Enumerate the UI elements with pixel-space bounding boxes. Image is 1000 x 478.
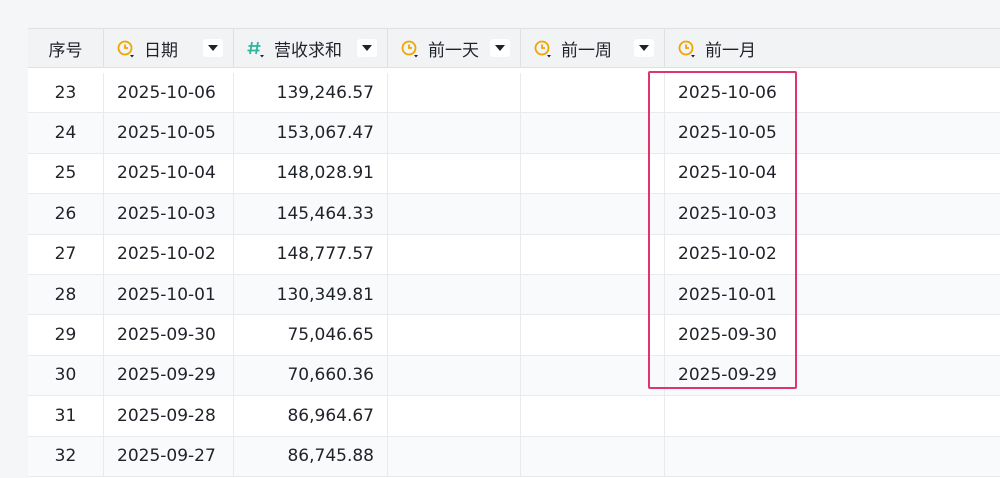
cell-prev-week[interactable] — [521, 355, 665, 396]
table-row[interactable]: 27 2025-10-02 148,777.57 2025-10-02 — [28, 234, 1000, 275]
caret-down-icon[interactable] — [357, 39, 377, 57]
cell-prev-day[interactable] — [388, 153, 521, 194]
column-header-date[interactable]: 日期 — [104, 29, 234, 68]
cell-prev-day[interactable] — [388, 274, 521, 315]
column-header-prev-week[interactable]: 前一周 — [521, 29, 665, 68]
cell-prev-week[interactable] — [521, 234, 665, 274]
clock-icon — [677, 38, 699, 60]
cell-seq: 32 — [28, 436, 104, 476]
cell-revenue[interactable]: 148,777.57 — [234, 234, 388, 274]
cell-date[interactable]: 2025-10-05 — [104, 113, 234, 153]
cell-prev-month[interactable]: 2025-10-04 — [665, 154, 1000, 193]
cell-revenue[interactable]: 70,660.36 — [234, 355, 388, 396]
cell-prev-day[interactable] — [388, 113, 521, 153]
cell-revenue[interactable]: 86,964.67 — [234, 396, 388, 436]
column-header-label: 前一天 — [428, 41, 479, 61]
column-header-revenue[interactable]: 营收求和 — [234, 29, 388, 68]
cell-date[interactable]: 2025-10-06 — [104, 73, 234, 113]
cell-prev-week[interactable] — [521, 274, 665, 315]
caret-down-icon[interactable] — [203, 39, 223, 57]
clock-icon — [116, 38, 138, 60]
table-row[interactable]: 28 2025-10-01 130,349.81 2025-10-01 — [28, 274, 1000, 316]
table-row[interactable]: 32 2025-09-27 86,745.88 — [28, 436, 1000, 477]
cell-prev-month[interactable]: 2025-10-01 — [665, 275, 1000, 314]
table-header: 序号 日期 营收求和 前一天 前一周 前一月 — [28, 28, 1000, 68]
cell-prev-day[interactable] — [388, 73, 521, 113]
cell-seq: 31 — [28, 396, 104, 436]
cell-prev-week[interactable] — [521, 315, 665, 355]
cell-date[interactable]: 2025-09-29 — [104, 355, 234, 396]
cell-seq: 30 — [28, 355, 104, 396]
caret-down-icon[interactable] — [490, 39, 510, 57]
cell-date[interactable]: 2025-10-03 — [104, 194, 234, 234]
cell-prev-week[interactable] — [521, 73, 665, 113]
cell-date[interactable]: 2025-10-01 — [104, 274, 234, 315]
cell-prev-week[interactable] — [521, 436, 665, 476]
cell-prev-day[interactable] — [388, 315, 521, 355]
cell-date[interactable]: 2025-10-02 — [104, 234, 234, 274]
cell-revenue[interactable]: 86,745.88 — [234, 436, 388, 476]
cell-prev-month[interactable]: 2025-10-06 — [665, 73, 1000, 112]
cell-revenue[interactable]: 145,464.33 — [234, 194, 388, 234]
table-row[interactable]: 24 2025-10-05 153,067.47 2025-10-05 — [28, 113, 1000, 154]
cell-seq: 28 — [28, 274, 104, 315]
cell-prev-week[interactable] — [521, 396, 665, 436]
cell-date[interactable]: 2025-09-30 — [104, 315, 234, 355]
cell-prev-month[interactable]: 2025-10-02 — [665, 235, 1000, 274]
table-row[interactable]: 25 2025-10-04 148,028.91 2025-10-04 — [28, 153, 1000, 195]
cell-prev-day[interactable] — [388, 396, 521, 436]
cell-seq: 23 — [28, 73, 104, 113]
cell-prev-week[interactable] — [521, 194, 665, 234]
cell-seq: 25 — [28, 153, 104, 194]
hash-icon — [246, 38, 268, 60]
cell-prev-day[interactable] — [388, 436, 521, 476]
cell-date[interactable]: 2025-09-27 — [104, 436, 234, 476]
clock-icon — [533, 38, 555, 60]
cell-prev-month[interactable]: 2025-10-03 — [665, 194, 1000, 233]
column-header-seq[interactable]: 序号 — [28, 29, 104, 68]
cell-prev-month[interactable]: 2025-10-05 — [665, 113, 1000, 152]
column-header-prev-day[interactable]: 前一天 — [388, 29, 521, 68]
cell-revenue[interactable]: 75,046.65 — [234, 315, 388, 355]
cell-revenue[interactable]: 130,349.81 — [234, 274, 388, 315]
column-header-label: 日期 — [144, 41, 178, 61]
table-row[interactable]: 31 2025-09-28 86,964.67 — [28, 396, 1000, 437]
table-row[interactable]: 30 2025-09-29 70,660.36 2025-09-29 — [28, 355, 1000, 397]
cell-prev-day[interactable] — [388, 234, 521, 274]
cell-prev-month[interactable] — [665, 437, 1000, 476]
cell-prev-day[interactable] — [388, 194, 521, 234]
column-header-prev-month[interactable]: 前一月 — [665, 29, 1000, 68]
cell-seq: 29 — [28, 315, 104, 355]
data-table: 序号 日期 营收求和 前一天 前一周 前一月 23 2025-10-06 139… — [28, 28, 1000, 478]
caret-down-icon[interactable] — [634, 39, 654, 57]
table-row[interactable]: 23 2025-10-06 139,246.57 2025-10-06 — [28, 73, 1000, 114]
cell-prev-month[interactable]: 2025-09-30 — [665, 315, 1000, 354]
table-row[interactable]: 29 2025-09-30 75,046.65 2025-09-30 — [28, 315, 1000, 356]
cell-seq: 27 — [28, 234, 104, 274]
cell-date[interactable]: 2025-10-04 — [104, 153, 234, 194]
cell-prev-week[interactable] — [521, 113, 665, 153]
table-row[interactable]: 26 2025-10-03 145,464.33 2025-10-03 — [28, 194, 1000, 235]
cell-prev-month[interactable] — [665, 396, 1000, 435]
column-header-label: 前一月 — [705, 41, 756, 61]
table-body: 23 2025-10-06 139,246.57 2025-10-06 24 2… — [28, 73, 1000, 477]
column-header-label: 序号 — [48, 41, 83, 61]
cell-prev-day[interactable] — [388, 355, 521, 396]
cell-revenue[interactable]: 153,067.47 — [234, 113, 388, 153]
cell-prev-week[interactable] — [521, 153, 665, 194]
cell-seq: 24 — [28, 113, 104, 153]
cell-prev-month[interactable]: 2025-09-29 — [665, 356, 1000, 395]
cell-revenue[interactable]: 139,246.57 — [234, 73, 388, 113]
cell-date[interactable]: 2025-09-28 — [104, 396, 234, 436]
cell-seq: 26 — [28, 194, 104, 234]
cell-revenue[interactable]: 148,028.91 — [234, 153, 388, 194]
column-header-label: 前一周 — [561, 41, 612, 61]
column-header-label: 营收求和 — [274, 41, 342, 61]
clock-icon — [400, 38, 422, 60]
